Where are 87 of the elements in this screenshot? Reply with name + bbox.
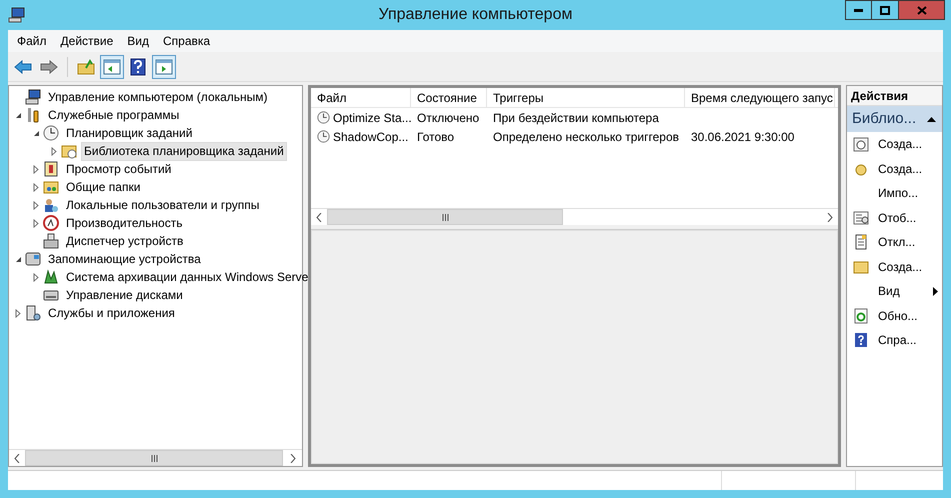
- table-cell-text: 30.06.2021 9:30:00: [691, 128, 794, 146]
- maximize-icon: [880, 6, 890, 14]
- table-cell-text: При бездействии компьютера: [493, 110, 659, 126]
- menu-item[interactable]: Файл: [10, 30, 54, 52]
- tree-item[interactable]: Библиотека планировщика заданий: [81, 142, 287, 160]
- document-icon: [853, 234, 869, 250]
- maximize-button[interactable]: [872, 0, 899, 20]
- menu-item[interactable]: Вид: [120, 30, 156, 52]
- action-item[interactable]: Отоб...: [847, 206, 942, 230]
- tree-item[interactable]: Службы и приложения: [45, 304, 178, 322]
- table-cell-text: Определено несколько триггеров: [493, 128, 680, 146]
- tree-item[interactable]: Служебные программы: [45, 106, 182, 124]
- list-icon: [853, 210, 869, 226]
- collapse-arrow-icon[interactable]: [14, 112, 22, 118]
- table-cell-text: Готово: [417, 128, 454, 146]
- tree-item[interactable]: Управление дисками: [63, 286, 186, 304]
- expand-arrow-icon[interactable]: [33, 182, 39, 192]
- table-cell-text: ShadowCop...: [333, 128, 408, 146]
- scrollbar-thumb[interactable]: [25, 450, 283, 466]
- back-arrow-icon: [14, 60, 32, 74]
- collapse-arrow-icon[interactable]: [14, 256, 22, 262]
- users-icon: [43, 197, 59, 213]
- computer-icon: [25, 89, 41, 105]
- computer-icon: [8, 7, 26, 23]
- column-header[interactable]: Триггеры: [487, 88, 685, 108]
- close-button[interactable]: [899, 0, 945, 20]
- backup-icon: [43, 269, 59, 285]
- folder-icon: [853, 258, 869, 275]
- expand-arrow-icon[interactable]: [33, 272, 39, 282]
- section-header[interactable]: Библио...: [847, 106, 942, 132]
- storage-icon: [25, 251, 41, 267]
- close-icon: [916, 6, 926, 14]
- tree-item[interactable]: Планировщик заданий: [63, 124, 196, 142]
- submenu-arrow-icon: [933, 286, 938, 296]
- device-icon: [43, 233, 59, 249]
- folder-clock-icon: [61, 143, 77, 159]
- action-item[interactable]: Созда...: [847, 156, 942, 181]
- expand-arrow-icon[interactable]: [33, 200, 39, 210]
- shared-folder-icon: [43, 179, 59, 195]
- expand-arrow-icon[interactable]: [33, 218, 39, 228]
- grip-icon: [150, 454, 158, 462]
- menu-item[interactable]: Справка: [156, 30, 218, 52]
- action-item[interactable]: Созда...: [847, 132, 942, 156]
- column-header[interactable]: Состояние: [411, 88, 487, 108]
- expand-arrow-icon[interactable]: [51, 146, 57, 156]
- tree-item[interactable]: Производительность: [63, 214, 186, 232]
- pane-header: Действия: [847, 86, 942, 106]
- action-item[interactable]: Созда...: [847, 254, 942, 279]
- server-icon: [25, 305, 41, 321]
- menu-item[interactable]: Действие: [54, 30, 120, 52]
- tools-icon: [25, 107, 41, 123]
- action-item[interactable]: Импо...: [847, 181, 942, 206]
- tree-item[interactable]: Просмотр событий: [63, 160, 174, 178]
- gauge-icon: [43, 215, 59, 231]
- collapse-icon[interactable]: [927, 116, 936, 122]
- horizontal-scrollbar[interactable]: [311, 208, 838, 225]
- pane-icon: [155, 58, 173, 74]
- scrollbar-thumb[interactable]: [327, 209, 563, 225]
- expand-arrow-icon[interactable]: [15, 308, 21, 318]
- action-item[interactable]: Вид: [847, 279, 942, 304]
- collapse-arrow-icon[interactable]: [32, 130, 40, 136]
- table-cell-text: Optimize Sta...: [333, 110, 412, 126]
- help-icon: [130, 58, 146, 76]
- tree-item[interactable]: Система архивации данных Windows Serve: [63, 268, 312, 286]
- minimize-button[interactable]: [845, 0, 872, 20]
- tree-item[interactable]: Диспетчер устройств: [63, 232, 186, 250]
- grip-icon: [442, 214, 448, 220]
- tree-item[interactable]: Локальные пользователи и группы: [63, 196, 262, 214]
- help-icon: [853, 332, 869, 348]
- tree-item[interactable]: Общие папки: [63, 178, 144, 196]
- pane-icon: [103, 58, 121, 74]
- window-title: Управление компьютером: [378, 5, 574, 25]
- forward-arrow-icon: [40, 60, 58, 74]
- expand-arrow-icon[interactable]: [33, 164, 39, 174]
- column-header[interactable]: Время следующего запус: [685, 88, 835, 108]
- refresh-icon: [853, 308, 869, 324]
- action-item[interactable]: Откл...: [847, 230, 942, 254]
- minimize-icon: [854, 8, 863, 12]
- folder-icon: [77, 58, 95, 74]
- action-item[interactable]: Обно...: [847, 304, 942, 328]
- tree-item[interactable]: Управление компьютером (локальным): [45, 88, 271, 106]
- action-item[interactable]: Спра...: [847, 328, 942, 352]
- table-cell-text: Отключено: [417, 110, 480, 126]
- horizontal-scrollbar[interactable]: [9, 449, 302, 466]
- tree-item[interactable]: Запоминающие устройства: [45, 250, 204, 268]
- column-header[interactable]: Файл: [311, 88, 411, 108]
- log-icon: [43, 161, 59, 177]
